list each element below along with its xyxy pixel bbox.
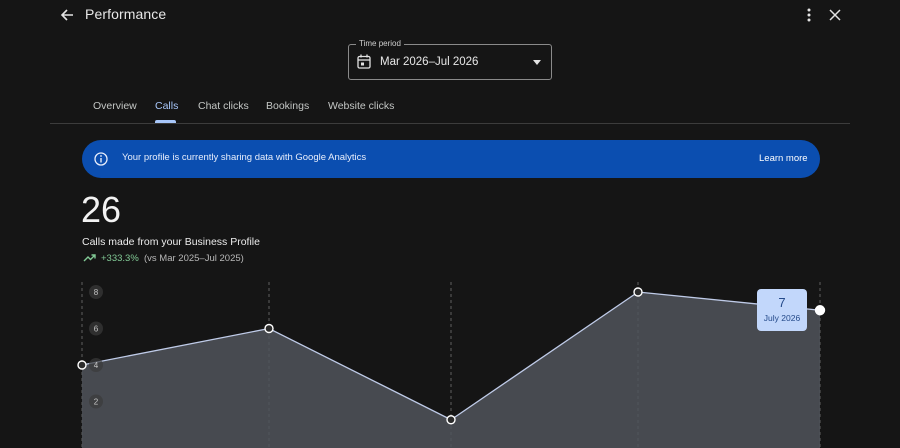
tab-overview[interactable]: Overview bbox=[93, 100, 137, 112]
change-percent: +333.3% bbox=[101, 253, 139, 264]
tooltip-date: July 2026 bbox=[763, 313, 801, 323]
tab-website-clicks[interactable]: Website clicks bbox=[328, 100, 394, 112]
trending-up-icon bbox=[83, 253, 96, 263]
chart-tooltip: 7 July 2026 bbox=[757, 289, 807, 331]
data-point bbox=[77, 360, 87, 370]
back-arrow-icon[interactable] bbox=[58, 6, 76, 24]
y-tick-label: 2 bbox=[94, 398, 99, 407]
data-point bbox=[633, 287, 643, 297]
tabs-divider bbox=[50, 123, 850, 124]
page-title: Performance bbox=[85, 6, 167, 22]
tab-bookings[interactable]: Bookings bbox=[266, 100, 309, 112]
close-icon[interactable] bbox=[826, 6, 844, 24]
y-tick-label: 6 bbox=[94, 325, 99, 334]
y-tick-label: 4 bbox=[94, 361, 99, 370]
time-period-label: Time period bbox=[356, 39, 404, 49]
data-point bbox=[264, 323, 274, 334]
y-tick-label: 8 bbox=[94, 288, 99, 297]
comparison-period: (vs Mar 2025–Jul 2025) bbox=[144, 253, 244, 264]
learn-more-link[interactable]: Learn more bbox=[759, 153, 808, 164]
tooltip-value: 7 bbox=[778, 295, 786, 310]
banner-message: Your profile is currently sharing data w… bbox=[122, 152, 367, 163]
calls-count: 26 bbox=[81, 189, 122, 230]
calendar-icon bbox=[357, 54, 371, 69]
dropdown-arrow-icon[interactable] bbox=[533, 60, 541, 65]
tab-chat-clicks[interactable]: Chat clicks bbox=[198, 100, 249, 112]
metric-label: Calls made from your Business Profile bbox=[82, 236, 260, 248]
more-options-icon[interactable] bbox=[801, 6, 817, 24]
time-period-value: Mar 2026–Jul 2026 bbox=[380, 56, 479, 68]
info-icon bbox=[94, 152, 108, 166]
data-point bbox=[814, 305, 826, 316]
chart-area bbox=[82, 292, 820, 448]
data-point bbox=[446, 415, 456, 425]
tab-calls[interactable]: Calls bbox=[155, 100, 178, 112]
